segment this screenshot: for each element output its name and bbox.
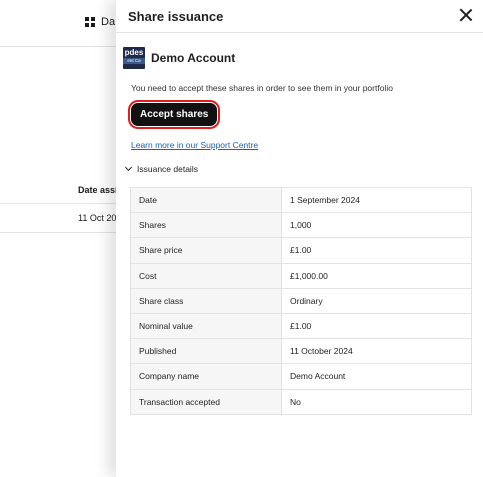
- close-icon[interactable]: [459, 8, 473, 22]
- background-nav-dashboard[interactable]: Da: [85, 16, 115, 28]
- accept-notice: You need to accept these shares in order…: [131, 83, 393, 93]
- detail-label: Share price: [130, 237, 282, 264]
- detail-value: 1 September 2024: [281, 186, 472, 214]
- table-row: Published 11 October 2024: [130, 338, 472, 365]
- detail-value: £1.00: [281, 312, 472, 340]
- account-logo-subtext: ent Ca: [123, 58, 145, 64]
- account-name: Demo Account: [151, 51, 236, 65]
- account-logo: pdes ent Ca: [123, 47, 145, 69]
- detail-label: Transaction accepted: [130, 388, 282, 415]
- account-logo-text: pdes: [124, 48, 144, 57]
- table-row: Transaction accepted No: [130, 388, 472, 415]
- table-row: Date 1 September 2024: [130, 186, 472, 214]
- table-row: Cost £1,000.00: [130, 262, 472, 289]
- background-column-header: Date assi: [78, 185, 118, 195]
- detail-value: 11 October 2024: [281, 338, 472, 365]
- account-row: pdes ent Ca Demo Account: [123, 47, 483, 69]
- table-row: Share price £1.00: [130, 237, 472, 264]
- detail-value: 1,000: [281, 212, 472, 239]
- drawer-title: Share issuance: [128, 8, 224, 24]
- table-row: Nominal value £1.00: [130, 312, 472, 340]
- background-top-bar: Da: [0, 0, 120, 47]
- detail-label: Published: [130, 338, 282, 365]
- table-row: Share class Ordinary: [130, 287, 472, 314]
- background-divider: [0, 203, 120, 204]
- detail-label: Shares: [130, 212, 282, 239]
- issuance-details-label: Issuance details: [137, 164, 198, 174]
- detail-label: Share class: [130, 287, 282, 314]
- table-row: Company name Demo Account: [130, 363, 472, 390]
- background-divider: [0, 232, 120, 233]
- share-issuance-drawer: Share issuance pdes ent Ca Demo Account …: [116, 0, 483, 477]
- chevron-down-icon: [124, 163, 133, 172]
- issuance-details-toggle[interactable]: Issuance details: [124, 163, 483, 174]
- detail-value: No: [281, 388, 472, 415]
- support-centre-link[interactable]: Learn more in our Support Centre: [131, 140, 483, 150]
- detail-value: £1,000.00: [281, 262, 472, 289]
- dashboard-grid-icon: [85, 17, 95, 27]
- detail-label: Company name: [130, 363, 282, 390]
- issuance-details-table: Date 1 September 2024 Shares 1,000 Share…: [130, 186, 472, 415]
- detail-value: Demo Account: [281, 363, 472, 390]
- accept-shares-button[interactable]: Accept shares: [127, 100, 221, 129]
- drawer-header: Share issuance: [116, 0, 483, 33]
- detail-label: Cost: [130, 262, 282, 289]
- detail-label: Date: [130, 186, 282, 214]
- detail-value: Ordinary: [281, 287, 472, 314]
- detail-label: Nominal value: [130, 312, 282, 340]
- detail-value: £1.00: [281, 237, 472, 264]
- background-nav-label: Da: [101, 16, 116, 28]
- background-cell: 11 Oct 20: [78, 213, 117, 223]
- table-row: Shares 1,000: [130, 212, 472, 239]
